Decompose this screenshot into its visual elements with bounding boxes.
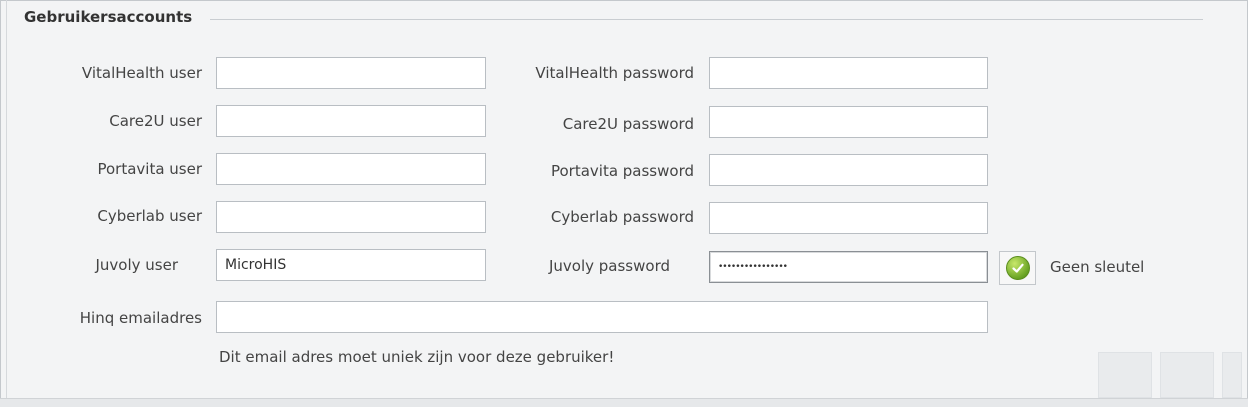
cyberlab-user-label: Cyberlab user bbox=[97, 207, 202, 225]
faded-action-button bbox=[1160, 352, 1214, 398]
juvoly-password-input[interactable] bbox=[709, 251, 988, 283]
cyberlab-user-input[interactable] bbox=[216, 201, 486, 233]
juvoly-user-label: Juvoly user bbox=[95, 256, 178, 274]
cyberlab-password-input[interactable] bbox=[709, 202, 988, 234]
section-divider bbox=[210, 19, 1203, 20]
care2u-password-input[interactable] bbox=[709, 106, 988, 138]
juvoly-password-label: Juvoly password bbox=[548, 257, 670, 275]
faded-edge-button bbox=[1222, 352, 1242, 398]
care2u-password-label: Care2U password bbox=[562, 115, 694, 133]
portavita-password-label: Portavita password bbox=[550, 162, 694, 180]
portavita-user-label: Portavita user bbox=[97, 160, 202, 178]
vitalhealth-user-label: VitalHealth user bbox=[81, 64, 202, 82]
care2u-user-label: Care2U user bbox=[109, 112, 202, 130]
panel-left-border bbox=[6, 0, 7, 406]
cyberlab-password-label: Cyberlab password bbox=[550, 208, 694, 226]
vitalhealth-user-input[interactable] bbox=[216, 57, 486, 89]
faded-download-button bbox=[1098, 352, 1152, 398]
email-hint: Dit email adres moet uniek zijn voor dez… bbox=[219, 348, 615, 366]
vitalhealth-password-input[interactable] bbox=[709, 57, 988, 89]
section-title: Gebruikersaccounts bbox=[24, 8, 199, 26]
settings-panel bbox=[0, 0, 1248, 406]
portavita-user-input[interactable] bbox=[216, 153, 486, 185]
hinq-email-label: Hinq emailadres bbox=[79, 309, 202, 327]
validate-key-button[interactable] bbox=[999, 251, 1036, 285]
portavita-password-input[interactable] bbox=[709, 154, 988, 186]
juvoly-user-input[interactable] bbox=[216, 249, 486, 281]
check-circle-icon bbox=[1005, 256, 1030, 280]
care2u-user-input[interactable] bbox=[216, 105, 486, 137]
key-status-label: Geen sleutel bbox=[1050, 258, 1145, 276]
hinq-email-input[interactable] bbox=[216, 301, 988, 333]
vitalhealth-password-label: VitalHealth password bbox=[535, 64, 694, 82]
